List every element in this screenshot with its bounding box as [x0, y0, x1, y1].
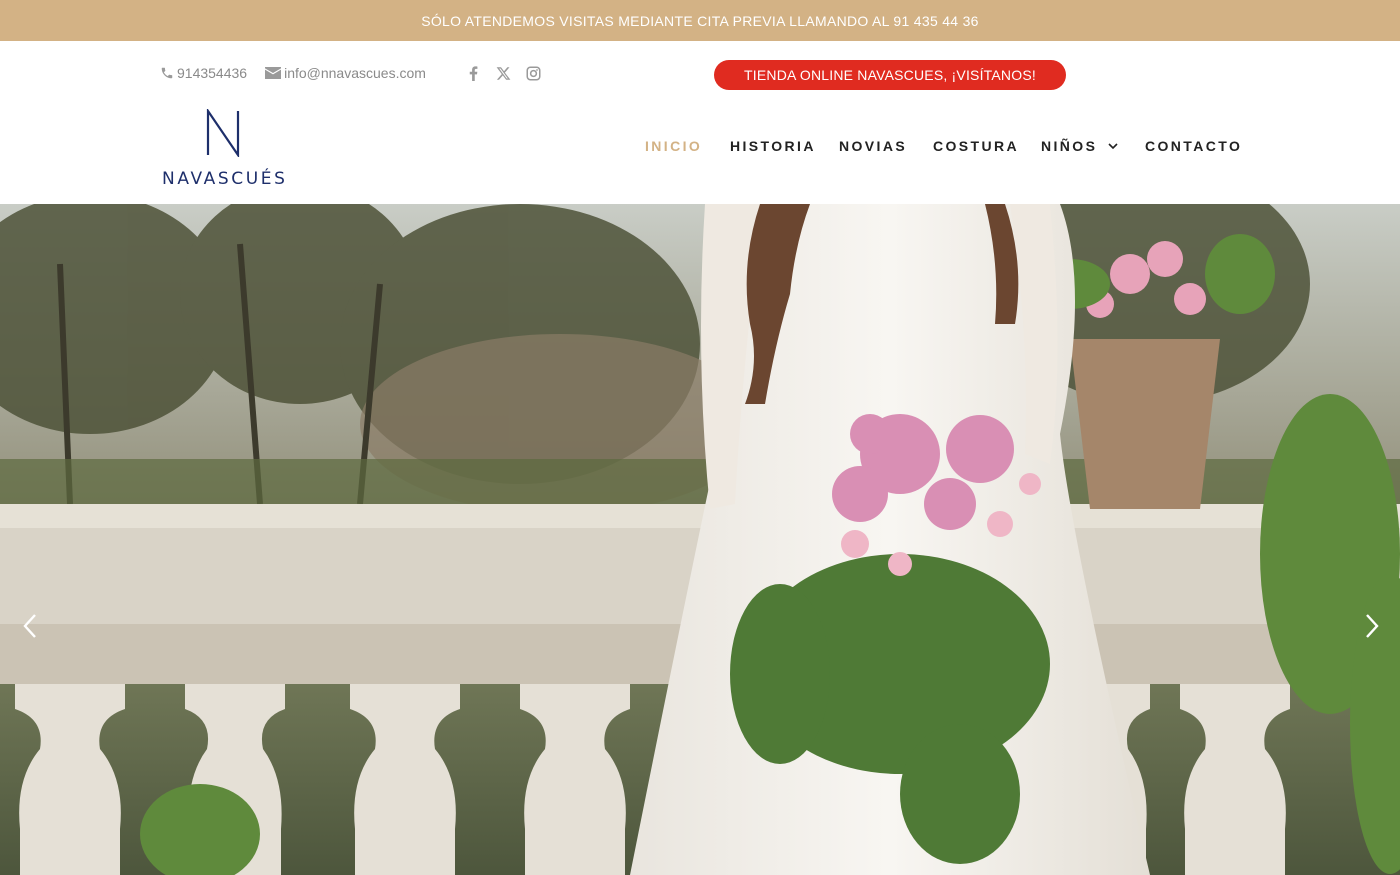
- facebook-icon[interactable]: [465, 65, 481, 81]
- phone-number: 914354436: [177, 65, 248, 81]
- chevron-right-icon: [1366, 614, 1379, 638]
- nav-item-novias[interactable]: NOVIAS: [839, 138, 907, 154]
- main-nav: INICIO HISTORIA NOVIAS COSTURA NIÑOS CON…: [0, 138, 1400, 158]
- nav-item-costura[interactable]: COSTURA: [933, 138, 1019, 154]
- email-link[interactable]: info@nnavascues.com: [265, 65, 426, 81]
- slider-next-button[interactable]: [1360, 610, 1384, 642]
- online-shop-button[interactable]: TIENDA ONLINE NAVASCUES, ¡VISÍTANOS!: [714, 60, 1066, 90]
- phone-link[interactable]: 914354436: [160, 65, 247, 81]
- hero-image: [0, 204, 1400, 875]
- nav-item-historia[interactable]: HISTORIA: [730, 138, 816, 154]
- instagram-icon[interactable]: [525, 65, 541, 81]
- phone-icon: [161, 67, 173, 79]
- chevron-down-icon: [1108, 143, 1118, 150]
- x-twitter-icon[interactable]: [495, 65, 511, 81]
- nav-item-inicio[interactable]: INICIO: [645, 138, 702, 154]
- nav-item-contacto[interactable]: CONTACTO: [1145, 138, 1242, 154]
- envelope-icon: [265, 67, 282, 79]
- logo-wordmark: NAVASCUÉS: [162, 169, 288, 189]
- nav-item-ninos-wrapper[interactable]: NIÑOS: [1041, 138, 1118, 156]
- site-header: NAVASCUÉS INICIO HISTORIA NOVIAS COSTURA…: [0, 105, 1400, 204]
- announcement-bar: SÓLO ATENDEMOS VISITAS MEDIANTE CITA PRE…: [0, 0, 1400, 41]
- contact-info: 914354436 info@nnavascues.com: [160, 65, 426, 81]
- nav-item-ninos[interactable]: NIÑOS: [1041, 138, 1097, 154]
- announcement-text: SÓLO ATENDEMOS VISITAS MEDIANTE CITA PRE…: [421, 12, 979, 29]
- email-address: info@nnavascues.com: [284, 65, 426, 81]
- social-links: [465, 65, 555, 81]
- hero-slider: [0, 204, 1400, 875]
- chevron-left-icon: [23, 614, 36, 638]
- top-bar: 914354436 info@nnavascues.com TIENDA ONL…: [0, 41, 1400, 105]
- online-shop-label: TIENDA ONLINE NAVASCUES, ¡VISÍTANOS!: [744, 67, 1036, 83]
- slider-prev-button[interactable]: [18, 610, 42, 642]
